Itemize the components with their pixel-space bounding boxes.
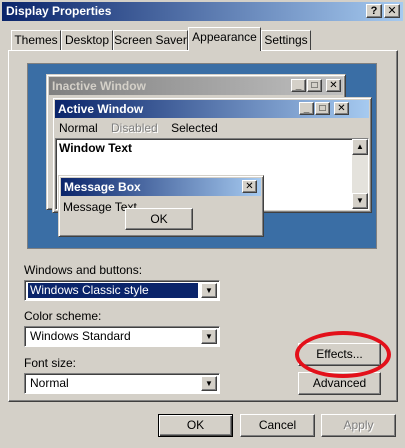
menu-normal: Normal [59, 121, 98, 135]
tab-themes[interactable]: Themes [11, 30, 61, 50]
close-icon: ✕ [387, 5, 397, 17]
chevron-down-icon[interactable]: ▼ [201, 283, 217, 298]
message-ok-button: OK [125, 208, 193, 230]
maximize-icon: □ [315, 102, 330, 115]
appearance-preview: Inactive Window _ □ ✕ Active Window _ □ … [27, 63, 377, 249]
close-icon: ✕ [242, 180, 257, 193]
tab-settings[interactable]: Settings [261, 30, 311, 50]
minimize-icon: _ [291, 79, 306, 92]
close-icon: ✕ [326, 79, 341, 92]
tab-desktop[interactable]: Desktop [61, 30, 113, 50]
color-scheme-label: Color scheme: [24, 309, 102, 323]
scrollbar: ▲ ▼ [352, 139, 368, 209]
windows-buttons-label: Windows and buttons: [24, 263, 143, 277]
font-size-select[interactable]: Normal ▼ [24, 373, 220, 394]
effects-button[interactable]: Effects... [298, 343, 381, 366]
message-box-title: Message Box [64, 180, 141, 194]
close-button[interactable]: ✕ [384, 4, 400, 18]
windows-buttons-select[interactable]: Windows Classic style ▼ [24, 280, 220, 301]
close-icon: ✕ [334, 102, 349, 115]
advanced-button[interactable]: Advanced [298, 372, 381, 395]
maximize-icon: □ [307, 79, 322, 92]
menu-selected: Selected [171, 121, 218, 135]
apply-button[interactable]: Apply [321, 414, 396, 437]
scroll-down-icon: ▼ [352, 193, 368, 209]
color-scheme-select[interactable]: Windows Standard ▼ [24, 326, 220, 347]
tab-screen-saver[interactable]: Screen Saver [113, 30, 188, 50]
scroll-up-icon: ▲ [352, 139, 368, 155]
windows-buttons-value: Windows Classic style [28, 283, 198, 298]
window-title: Display Properties [6, 4, 112, 18]
cancel-button[interactable]: Cancel [240, 414, 315, 437]
window-title-bar[interactable]: Display Properties [2, 2, 403, 21]
chevron-down-icon[interactable]: ▼ [201, 376, 217, 391]
help-button[interactable]: ? [366, 4, 382, 18]
menu-bar-preview: Normal Disabled Selected [59, 120, 228, 136]
font-size-label: Font size: [24, 356, 77, 370]
tab-appearance[interactable]: Appearance [188, 27, 261, 51]
menu-disabled: Disabled [111, 121, 158, 135]
inactive-window-title: Inactive Window [52, 79, 146, 93]
ok-button[interactable]: OK [158, 414, 233, 437]
minimize-icon: _ [299, 102, 314, 115]
color-scheme-value: Windows Standard [30, 329, 131, 343]
window-text: Window Text [59, 141, 132, 155]
chevron-down-icon[interactable]: ▼ [201, 329, 217, 344]
active-window-title: Active Window [58, 102, 144, 116]
font-size-value: Normal [30, 376, 69, 390]
message-box-preview: Message Box ✕ Message Text OK [58, 175, 264, 237]
